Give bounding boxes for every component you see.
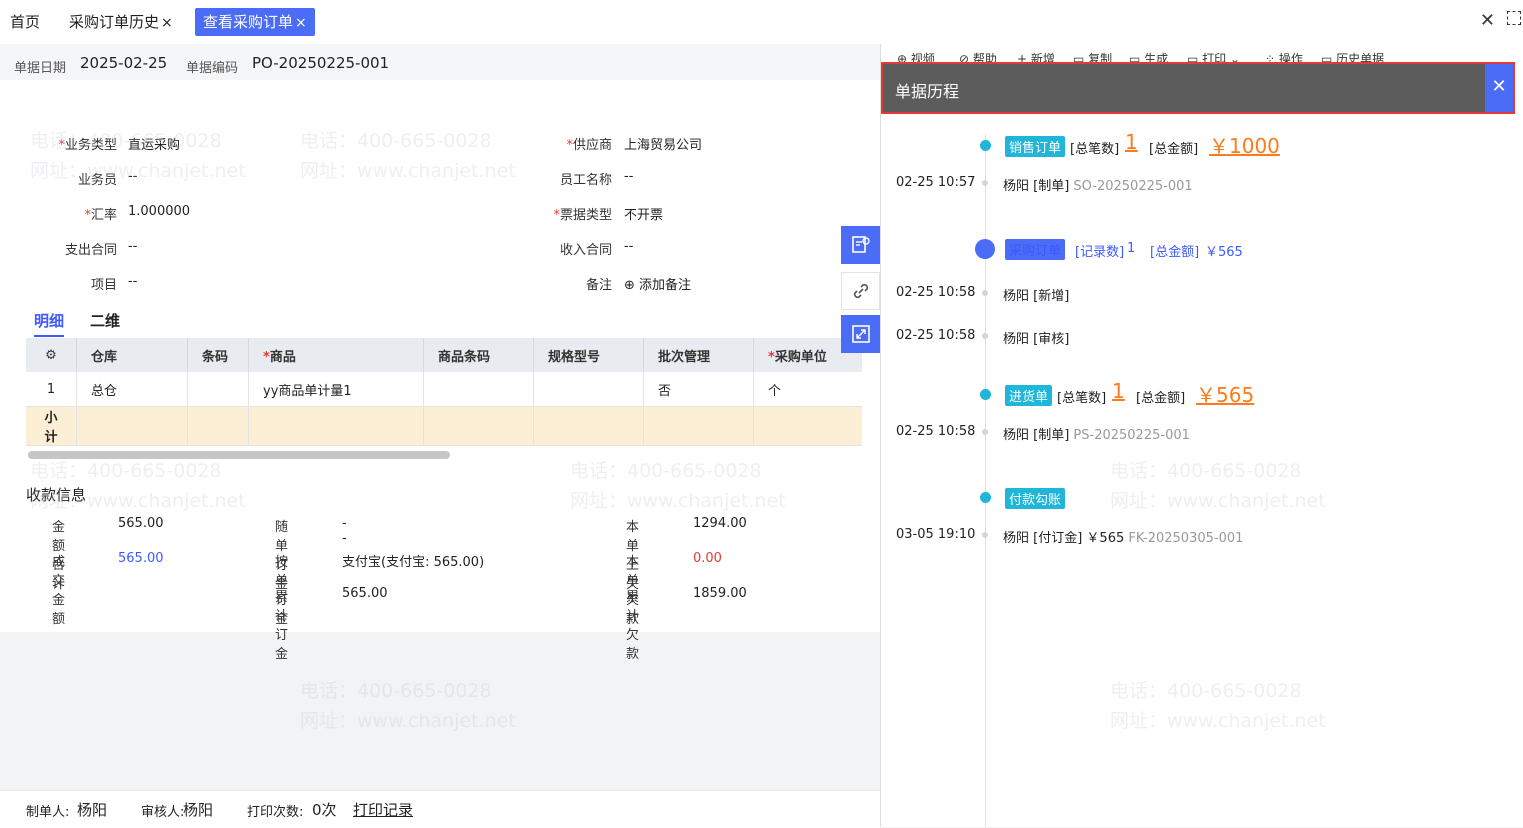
history-toggle-button[interactable]: [841, 226, 880, 264]
window-close-icon[interactable]: ✕: [1480, 10, 1495, 31]
tag-purchase-receipt[interactable]: 进货单: [1005, 385, 1053, 406]
sales-order-amount[interactable]: ￥1000: [1209, 130, 1280, 159]
expand-button[interactable]: [841, 315, 880, 353]
timeline-dot: [980, 140, 991, 151]
close-icon[interactable]: ×: [295, 15, 307, 31]
print-log-link[interactable]: 打印记录: [353, 799, 413, 820]
fullscreen-icon[interactable]: [1507, 11, 1521, 25]
close-icon[interactable]: ✕: [1485, 64, 1513, 112]
document-toolbar: ⊕ 视频 ⊘ 帮助 + 新增 ▭ 复制 ▭ 生成 ▭ 打印 ⌄ ⁘ 操作 ▭ 历…: [881, 44, 1523, 62]
date-label: 单据日期: [14, 61, 67, 76]
date-value: 2025-02-25: [80, 54, 168, 72]
detail-table: ⚙ 仓库 条码 *商品 商品条码 规格型号 批次管理 *采购单位 1 总仓 yy…: [26, 338, 862, 446]
horizontal-scrollbar[interactable]: [26, 449, 880, 459]
col-product[interactable]: *商品: [248, 338, 424, 372]
toolbar-copy[interactable]: ▭ 复制: [1073, 50, 1112, 62]
toolbar-operate[interactable]: ⁘ 操作: [1265, 50, 1303, 62]
payment-title: 收款信息: [26, 486, 87, 504]
document-header: 单据日期 2025-02-25 单据编码 PO-20250225-001: [0, 44, 880, 80]
timeline-dot: [980, 389, 991, 400]
history-header: 单据历程 ✕: [881, 62, 1515, 114]
col-product-barcode[interactable]: 商品条码: [423, 338, 534, 372]
close-icon[interactable]: ×: [161, 15, 173, 31]
event-desc: 杨阳 [制单] SO-20250225-001: [1003, 179, 1193, 194]
maker-name: 杨阳: [77, 801, 108, 819]
tab-2d[interactable]: 二维: [90, 310, 120, 331]
toolbar-history-docs[interactable]: ▭ 历史单据: [1321, 50, 1384, 62]
link-icon: [853, 283, 868, 299]
toolbar-print[interactable]: ▭ 打印 ⌄: [1187, 50, 1240, 62]
footer-bar: 制单人: 杨阳 审核人: 杨阳 打印次数: 0次 打印记录: [0, 790, 880, 828]
toolbar-generate[interactable]: ▭ 生成: [1129, 50, 1168, 62]
tag-sales-order[interactable]: 销售订单: [1005, 136, 1066, 157]
subtotal-row: 小计: [26, 406, 862, 446]
col-spec[interactable]: 规格型号: [533, 338, 644, 372]
auditor-name: 杨阳: [183, 801, 214, 819]
timeline-dot: [980, 492, 991, 503]
column-settings[interactable]: ⚙: [26, 338, 77, 372]
order-main: 单据日期 2025-02-25 单据编码 PO-20250225-001 *业务…: [0, 44, 880, 662]
col-warehouse[interactable]: 仓库: [76, 338, 188, 372]
gear-icon[interactable]: ⚙: [45, 348, 57, 363]
table-row[interactable]: 1 总仓 yy商品单计量1 否 个: [26, 372, 862, 407]
timeline-line: [985, 134, 986, 827]
document-history-icon: [851, 236, 870, 253]
tag-payment-writeoff[interactable]: 付款勾账: [1005, 488, 1066, 509]
history-title: 单据历程: [895, 82, 960, 101]
tag-purchase-order[interactable]: 采购订单: [1005, 239, 1066, 260]
col-batch[interactable]: 批次管理: [643, 338, 754, 372]
toolbar-video[interactable]: ⊕ 视频: [897, 50, 935, 62]
code-label: 单据编码: [186, 61, 239, 76]
attachment-button[interactable]: [841, 272, 880, 310]
tab-home[interactable]: 首页: [2, 8, 48, 36]
toolbar-help[interactable]: ⊘ 帮助: [959, 50, 997, 62]
sales-order-count[interactable]: 1: [1125, 130, 1138, 154]
print-count: 0次: [312, 801, 337, 819]
tab-bar: 首页 采购订单历史 × 查看采购订单 × ✕: [0, 0, 1523, 45]
tab-view-purchase-order[interactable]: 查看采购订单 ×: [195, 8, 315, 36]
expand-icon: [851, 325, 870, 343]
toolbar-new[interactable]: + 新增: [1017, 50, 1055, 62]
history-panel: ⊕ 视频 ⊘ 帮助 + 新增 ▭ 复制 ▭ 生成 ▭ 打印 ⌄ ⁘ 操作 ▭ 历…: [880, 44, 1523, 827]
code-value: PO-20250225-001: [252, 54, 390, 72]
add-remark-link[interactable]: ⊕ 添加备注: [624, 274, 744, 293]
receipt-count[interactable]: 1: [1112, 379, 1125, 403]
scrollbar-thumb[interactable]: [28, 451, 450, 459]
timeline-dot-current: [975, 239, 995, 259]
tab-detail[interactable]: 明细: [34, 310, 65, 337]
col-barcode[interactable]: 条码: [187, 338, 249, 372]
plus-circle-icon: ⊕: [624, 278, 635, 293]
receipt-amount[interactable]: ￥565: [1196, 379, 1254, 408]
watermark: 电话：400-665-0028 网址：www.chanjet.net: [300, 680, 516, 732]
tab-purchase-order-history[interactable]: 采购订单历史 ×: [61, 8, 181, 36]
table-header-row: ⚙ 仓库 条码 *商品 商品条码 规格型号 批次管理 *采购单位: [26, 338, 862, 372]
